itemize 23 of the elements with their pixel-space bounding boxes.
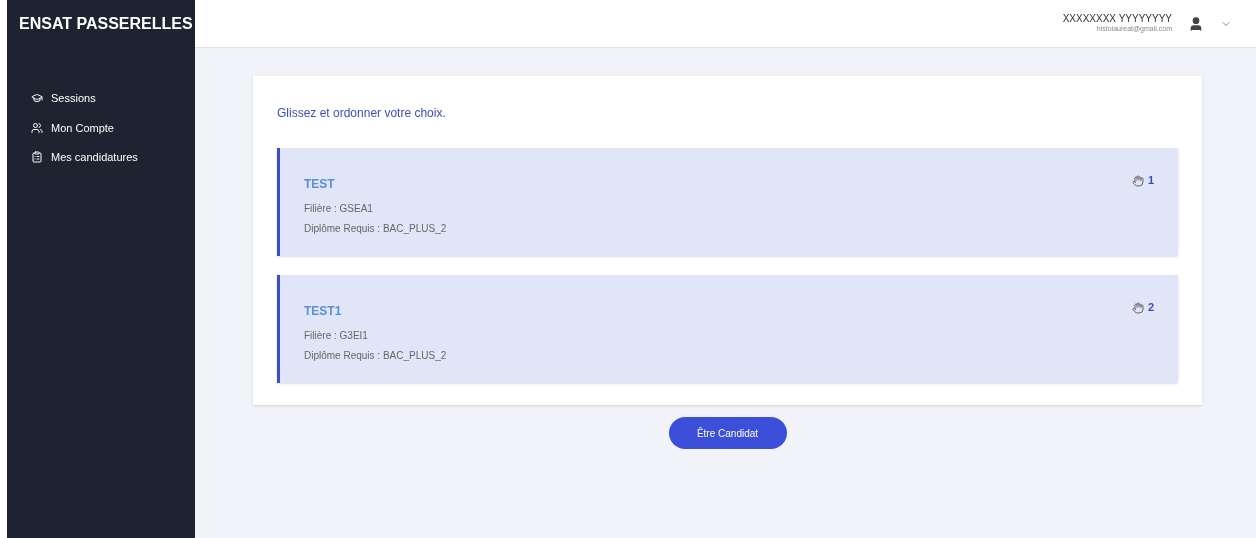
filiere-text: Filière : GSEA1 [304, 202, 374, 216]
user-icon[interactable] [1188, 15, 1204, 32]
diploma-text: Diplôme Requis : BAC_PLUS_2 [304, 349, 447, 363]
choice-title: TEST1 [304, 303, 343, 320]
hand-icon [1131, 302, 1144, 314]
choice-item[interactable]: TEST Filière : GSEA1 Diplôme Requis : BAC_PLUS_2 1 [277, 148, 1178, 256]
instruction-text: Glissez et ordonner votre choix. [277, 105, 447, 122]
choice-title: TEST [304, 176, 336, 193]
sidebar-item[interactable]: Mon Compte [31, 119, 171, 136]
choice-item[interactable]: TEST1 Filière : G3EI1 Diplôme Requis : BAC_PLUS_2 2 [277, 275, 1178, 383]
graduation-cap-icon [31, 92, 43, 105]
hand-icon [1131, 175, 1144, 187]
filiere-text: Filière : G3EI1 [304, 329, 369, 343]
submit-button[interactable]: Être Candidat [668, 417, 787, 449]
rank-number: 2 [1147, 302, 1154, 313]
rank-number: 1 [1147, 175, 1154, 186]
sidebar-item[interactable]: Mes candidatures [31, 149, 171, 166]
user-name: XXXXXXXX YYYYYYYY [1062, 12, 1172, 26]
sidebar-item[interactable]: Sessions [31, 90, 171, 107]
brand-title: ENSAT PASSERELLES [18, 14, 194, 34]
users-icon [31, 121, 43, 134]
diploma-text: Diplôme Requis : BAC_PLUS_2 [304, 222, 447, 236]
clipboard-icon [31, 151, 43, 164]
